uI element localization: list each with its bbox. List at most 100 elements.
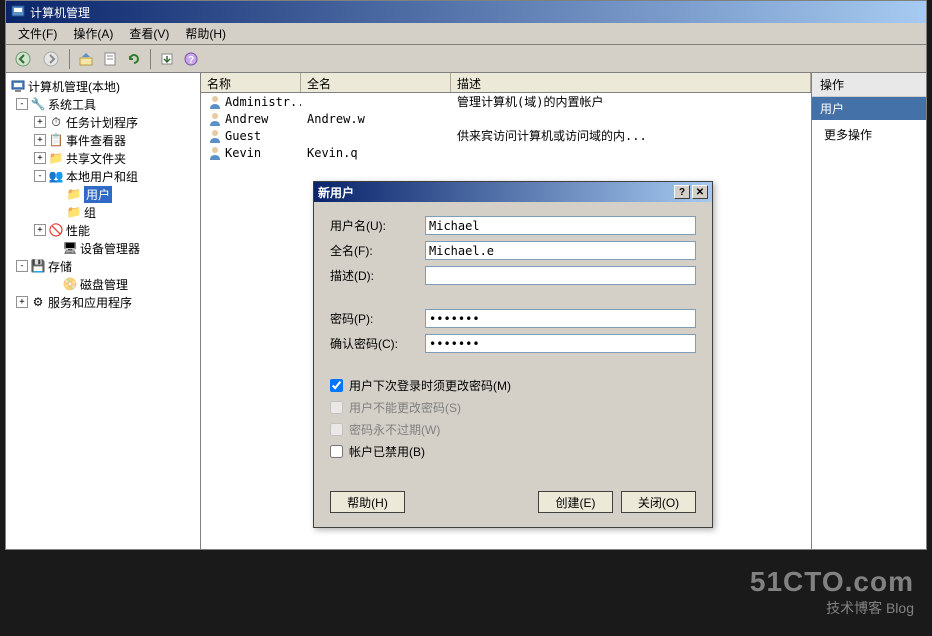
tree-event-viewer[interactable]: + 📋 事件查看器 [8, 131, 198, 149]
folder-icon: 📁 [66, 186, 82, 202]
tools-icon: 🔧 [30, 96, 46, 112]
app-icon [10, 4, 26, 20]
tree-task-scheduler[interactable]: + ⏱ 任务计划程序 [8, 113, 198, 131]
checkbox-disabled[interactable] [330, 445, 343, 458]
list-header: 名称 全名 描述 [201, 73, 811, 93]
menu-file[interactable]: 文件(F) [10, 23, 65, 44]
watermark: 51CTO.com 技术博客 Blog [750, 566, 914, 618]
list-item[interactable]: Guest 供来宾访问计算机或访问域的内... [201, 127, 811, 144]
properties-button[interactable] [99, 48, 121, 70]
scheduler-icon: ⏱ [48, 114, 64, 130]
disk-icon: 📀 [62, 276, 78, 292]
password-field[interactable] [425, 309, 696, 328]
toolbar-separator [69, 49, 70, 69]
event-icon: 📋 [48, 132, 64, 148]
expand-icon[interactable]: + [34, 116, 46, 128]
list-item[interactable]: Kevin Kevin.q [201, 144, 811, 161]
actions-header: 操作 [812, 73, 926, 97]
menu-view[interactable]: 查看(V) [121, 23, 177, 44]
tree-shared-folders[interactable]: + 📁 共享文件夹 [8, 149, 198, 167]
forward-button[interactable] [38, 48, 64, 70]
check-never-expires: 密码永不过期(W) [330, 421, 696, 438]
expand-icon[interactable]: + [16, 296, 28, 308]
menu-help[interactable]: 帮助(H) [177, 23, 234, 44]
users-groups-icon: 👥 [48, 168, 64, 184]
checkbox-never-expires [330, 423, 343, 436]
tree-system-tools[interactable]: - 🔧 系统工具 [8, 95, 198, 113]
menubar: 文件(F) 操作(A) 查看(V) 帮助(H) [6, 23, 926, 45]
services-icon: ⚙ [30, 294, 46, 310]
list-body: Administr... 管理计算机(域)的内置帐户 Andrew Andrew… [201, 93, 811, 161]
window-title: 计算机管理 [30, 4, 90, 21]
folder-icon: 📁 [66, 204, 82, 220]
back-button[interactable] [10, 48, 36, 70]
refresh-button[interactable] [123, 48, 145, 70]
checkbox-must-change[interactable] [330, 379, 343, 392]
confirm-field[interactable] [425, 334, 696, 353]
collapse-icon[interactable]: - [16, 98, 28, 110]
svg-text:?: ? [188, 55, 194, 66]
user-icon [207, 94, 223, 110]
tree-groups[interactable]: 📁 组 [8, 203, 198, 221]
check-must-change[interactable]: 用户下次登录时须更改密码(M) [330, 377, 696, 394]
list-item[interactable]: Administr... 管理计算机(域)的内置帐户 [201, 93, 811, 110]
user-icon [207, 145, 223, 161]
export-button[interactable] [156, 48, 178, 70]
tree-local-users-groups[interactable]: - 👥 本地用户和组 [8, 167, 198, 185]
confirm-label: 确认密码(C): [330, 335, 425, 352]
actions-panel: 操作 用户 更多操作 [811, 73, 926, 549]
check-cannot-change: 用户不能更改密码(S) [330, 399, 696, 416]
dialog-help-button[interactable]: ? [674, 185, 690, 199]
username-label: 用户名(U): [330, 217, 425, 234]
close-button[interactable]: 关闭(O) [621, 491, 696, 513]
performance-icon: 🚫 [48, 222, 64, 238]
dialog-buttons: 帮助(H) 创建(E) 关闭(O) [314, 477, 712, 527]
expand-icon[interactable]: + [34, 152, 46, 164]
username-field[interactable] [425, 216, 696, 235]
tree-panel: 计算机管理(本地) - 🔧 系统工具 + ⏱ 任务计划程序 + 📋 事件查看器 … [6, 73, 201, 549]
new-user-dialog: 新用户 ? ✕ 用户名(U): 全名(F): 描述(D): 密码(P): 确认密… [313, 181, 713, 528]
help-button[interactable]: 帮助(H) [330, 491, 405, 513]
device-icon: 🖥 [62, 240, 78, 256]
actions-subheader: 用户 [812, 97, 926, 120]
up-button[interactable] [75, 48, 97, 70]
col-name[interactable]: 名称 [201, 73, 301, 92]
storage-icon: 💾 [30, 258, 46, 274]
password-label: 密码(P): [330, 310, 425, 327]
tree-users[interactable]: 📁 用户 [8, 185, 198, 203]
fullname-label: 全名(F): [330, 242, 425, 259]
actions-more[interactable]: 更多操作 [812, 120, 926, 149]
tree-performance[interactable]: + 🚫 性能 [8, 221, 198, 239]
dialog-body: 用户名(U): 全名(F): 描述(D): 密码(P): 确认密码(C): 用户… [314, 202, 712, 477]
tree-device-manager[interactable]: 🖥 设备管理器 [8, 239, 198, 257]
collapse-icon[interactable]: - [16, 260, 28, 272]
toolbar: ? [6, 45, 926, 73]
col-description[interactable]: 描述 [451, 73, 811, 92]
tree-disk-management[interactable]: 📀 磁盘管理 [8, 275, 198, 293]
dialog-titlebar: 新用户 ? ✕ [314, 182, 712, 202]
tree-services-apps[interactable]: + ⚙ 服务和应用程序 [8, 293, 198, 311]
collapse-icon[interactable]: - [34, 170, 46, 182]
list-item[interactable]: Andrew Andrew.w [201, 110, 811, 127]
checkbox-cannot-change [330, 401, 343, 414]
help-button[interactable]: ? [180, 48, 202, 70]
expand-icon[interactable]: + [34, 134, 46, 146]
dialog-title: 新用户 [318, 184, 354, 201]
description-label: 描述(D): [330, 267, 425, 284]
shared-icon: 📁 [48, 150, 64, 166]
expand-icon[interactable]: + [34, 224, 46, 236]
fullname-field[interactable] [425, 241, 696, 260]
col-fullname[interactable]: 全名 [301, 73, 451, 92]
titlebar: 计算机管理 [6, 1, 926, 23]
description-field[interactable] [425, 266, 696, 285]
create-button[interactable]: 创建(E) [538, 491, 613, 513]
user-icon [207, 111, 223, 127]
computer-icon [10, 78, 26, 94]
dialog-close-button[interactable]: ✕ [692, 185, 708, 199]
toolbar-separator [150, 49, 151, 69]
menu-action[interactable]: 操作(A) [65, 23, 121, 44]
user-icon [207, 128, 223, 144]
tree-root[interactable]: 计算机管理(本地) [8, 77, 198, 95]
tree-storage[interactable]: - 💾 存储 [8, 257, 198, 275]
check-disabled[interactable]: 帐户已禁用(B) [330, 443, 696, 460]
